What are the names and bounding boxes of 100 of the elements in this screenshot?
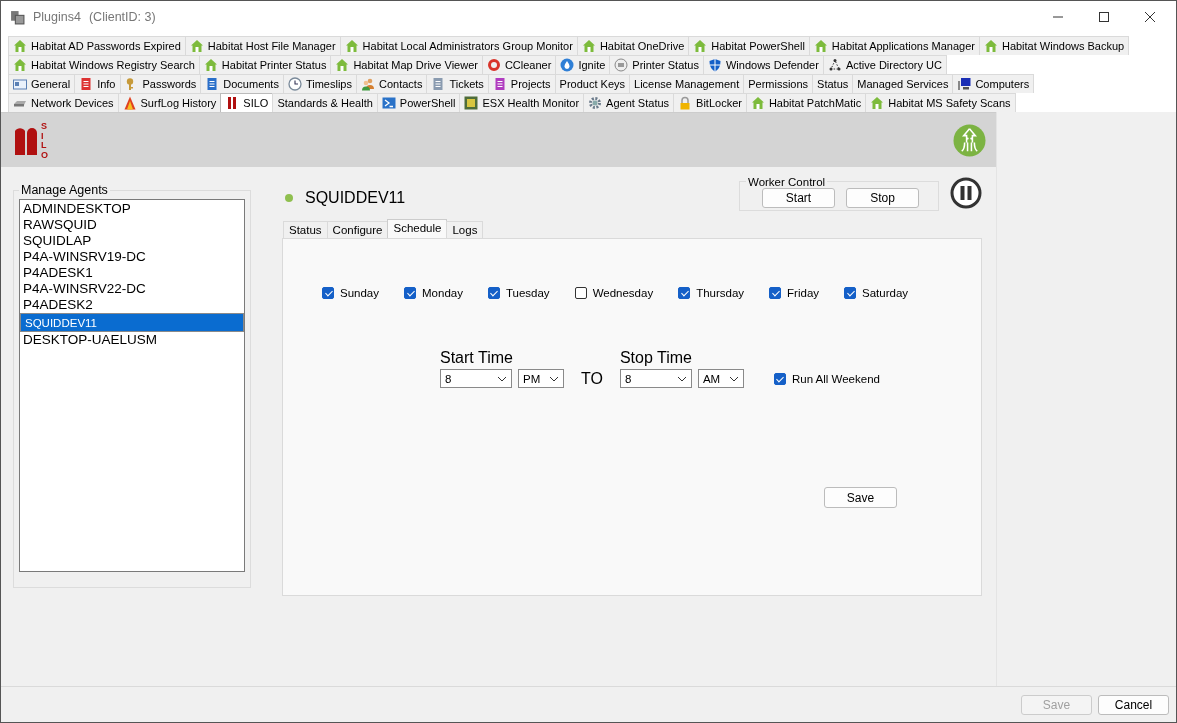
- chevron-icon: [497, 375, 507, 382]
- day-checkbox[interactable]: [769, 287, 782, 299]
- plugin-tab[interactable]: Printer Status: [609, 55, 704, 74]
- plugin-tab[interactable]: Info: [74, 74, 121, 93]
- agent-item[interactable]: P4A-WINSRV19-DC: [20, 249, 244, 265]
- plugin-tab[interactable]: CCleaner: [481, 55, 557, 74]
- people-icon: [361, 77, 375, 91]
- client-id: (ClientID: 3): [88, 10, 156, 24]
- plugin-tab[interactable]: Network Devices: [8, 93, 119, 112]
- agent-item[interactable]: DESKTOP-UAELUSM: [20, 332, 244, 348]
- hour-dropdown[interactable]: 8: [619, 369, 692, 388]
- plugin-tab[interactable]: Windows Defender: [702, 55, 824, 74]
- pause-icon[interactable]: [950, 177, 982, 209]
- plugin-tab[interactable]: Standards & Health: [272, 93, 378, 112]
- plugin-tab[interactable]: PowerShell: [376, 93, 461, 112]
- plugin-tab[interactable]: Projects: [487, 74, 556, 93]
- plugin-tab[interactable]: Habitat PatchMatic: [745, 93, 867, 112]
- worker-button[interactable]: Start: [762, 187, 835, 208]
- agent-item[interactable]: ADMINDESKTOP: [20, 201, 244, 217]
- detail-tab[interactable]: Configure: [326, 221, 389, 238]
- plugin-tab[interactable]: Habitat AD Passwords Expired: [8, 36, 186, 55]
- flame-icon: [122, 96, 137, 110]
- hour-dropdown[interactable]: 8: [440, 369, 512, 388]
- plugin-tab[interactable]: Active Directory UC: [822, 55, 947, 74]
- plugin-tab[interactable]: Habitat Windows Backup: [978, 36, 1130, 55]
- plugin-tab[interactable]: Product Keys: [554, 74, 630, 93]
- chevron-icon: [728, 375, 739, 382]
- document-icon: [79, 77, 94, 91]
- plugin-tab[interactable]: Status: [812, 74, 854, 93]
- detail-tab[interactable]: Status: [283, 221, 328, 238]
- weekend-label: Run All Weekend: [791, 373, 880, 385]
- plugin-tab[interactable]: Habitat Local Administrators Group Monitor: [339, 36, 578, 55]
- day-checkbox[interactable]: [844, 287, 857, 299]
- plugin-tab[interactable]: Tickets: [426, 74, 489, 93]
- agent-item[interactable]: SQUIDDEV11: [20, 313, 244, 332]
- footer-button[interactable]: Cancel: [1098, 694, 1169, 715]
- ampm-dropdown[interactable]: PM: [518, 369, 564, 388]
- day-label: Wednesday: [592, 287, 654, 299]
- house-icon: [13, 58, 27, 72]
- plugin-tab[interactable]: Habitat PowerShell: [688, 36, 810, 55]
- maximize-icon[interactable]: [1098, 11, 1110, 23]
- plugin-tab[interactable]: Agent Status: [583, 93, 675, 112]
- day-checkbox[interactable]: [678, 287, 691, 299]
- detail-tab[interactable]: Schedule: [387, 219, 448, 238]
- agent-item[interactable]: SQUIDLAP: [20, 233, 244, 249]
- plugin-tab[interactable]: Documents: [200, 74, 284, 93]
- gear-icon: [588, 96, 603, 110]
- lock-icon: [678, 96, 693, 110]
- plugin-tab[interactable]: License Management: [629, 74, 745, 93]
- card-icon: [13, 77, 27, 91]
- house-icon: [203, 58, 218, 72]
- plugin-tab[interactable]: General: [8, 74, 76, 93]
- document-icon: [431, 77, 446, 91]
- squid-icon: [953, 123, 986, 157]
- house-icon: [750, 96, 765, 110]
- day-checkbox[interactable]: [487, 287, 500, 299]
- agent-item[interactable]: P4A-WINSRV22-DC: [20, 281, 244, 297]
- weekend-checkbox[interactable]: [773, 373, 786, 385]
- day-checkbox[interactable]: [322, 287, 334, 299]
- plugin-tab[interactable]: Habitat Host File Manager: [184, 36, 341, 55]
- plugin-tab[interactable]: Contacts: [356, 74, 428, 93]
- plugin-tab[interactable]: Habitat OneDrive: [576, 36, 690, 55]
- save-button[interactable]: Save: [824, 487, 897, 508]
- plugin-tab[interactable]: SurfLog History: [117, 93, 222, 112]
- house-icon: [693, 39, 708, 53]
- agent-item[interactable]: P4ADESK1: [20, 265, 244, 281]
- plugin-tab[interactable]: Computers: [952, 74, 1035, 93]
- house-icon: [581, 39, 596, 53]
- day-label: Friday: [787, 287, 820, 299]
- day-checkbox[interactable]: [574, 287, 587, 299]
- plugin-tab[interactable]: Habitat MS Safety Scans: [865, 93, 1016, 112]
- house-icon: [335, 58, 350, 72]
- worker-button[interactable]: Stop: [846, 187, 919, 208]
- silo-logo: S I L O: [15, 120, 48, 160]
- ampm-dropdown[interactable]: AM: [697, 369, 744, 388]
- plugin-tab[interactable]: Habitat Printer Status: [198, 55, 332, 74]
- plugin-tab[interactable]: BitLocker: [673, 93, 747, 112]
- plugin-tab[interactable]: Habitat Applications Manager: [808, 36, 980, 55]
- to-label: TO: [581, 370, 603, 388]
- detail-tab[interactable]: Logs: [446, 221, 484, 238]
- day-label: Sunday: [340, 287, 379, 299]
- clock-icon: [287, 77, 302, 91]
- plugin-tab[interactable]: ESX Health Monitor: [459, 93, 585, 112]
- day-label: Monday: [422, 287, 463, 299]
- plugin-tab[interactable]: Managed Services: [852, 74, 954, 93]
- shield-icon: [707, 58, 722, 72]
- plugin-tab[interactable]: Ignite: [555, 55, 611, 74]
- close-icon[interactable]: [1144, 11, 1156, 23]
- plugin-tab[interactable]: SILO: [220, 93, 274, 112]
- plugin-tab[interactable]: Passwords: [119, 74, 202, 93]
- day-checkbox[interactable]: [404, 287, 416, 299]
- plugin-tab[interactable]: Habitat Windows Registry Search: [8, 55, 200, 74]
- terminal-icon: [381, 96, 396, 110]
- plugin-tab[interactable]: Timeslips: [282, 74, 357, 93]
- time-label: Start Time: [440, 349, 514, 367]
- chevron-icon: [676, 375, 687, 382]
- plugin-tab[interactable]: Permissions: [743, 74, 814, 93]
- agent-item[interactable]: RAWSQUID: [20, 217, 244, 233]
- agent-item[interactable]: P4ADESK2: [20, 297, 244, 313]
- plugin-tab[interactable]: Habitat Map Drive Viewer: [330, 55, 483, 74]
